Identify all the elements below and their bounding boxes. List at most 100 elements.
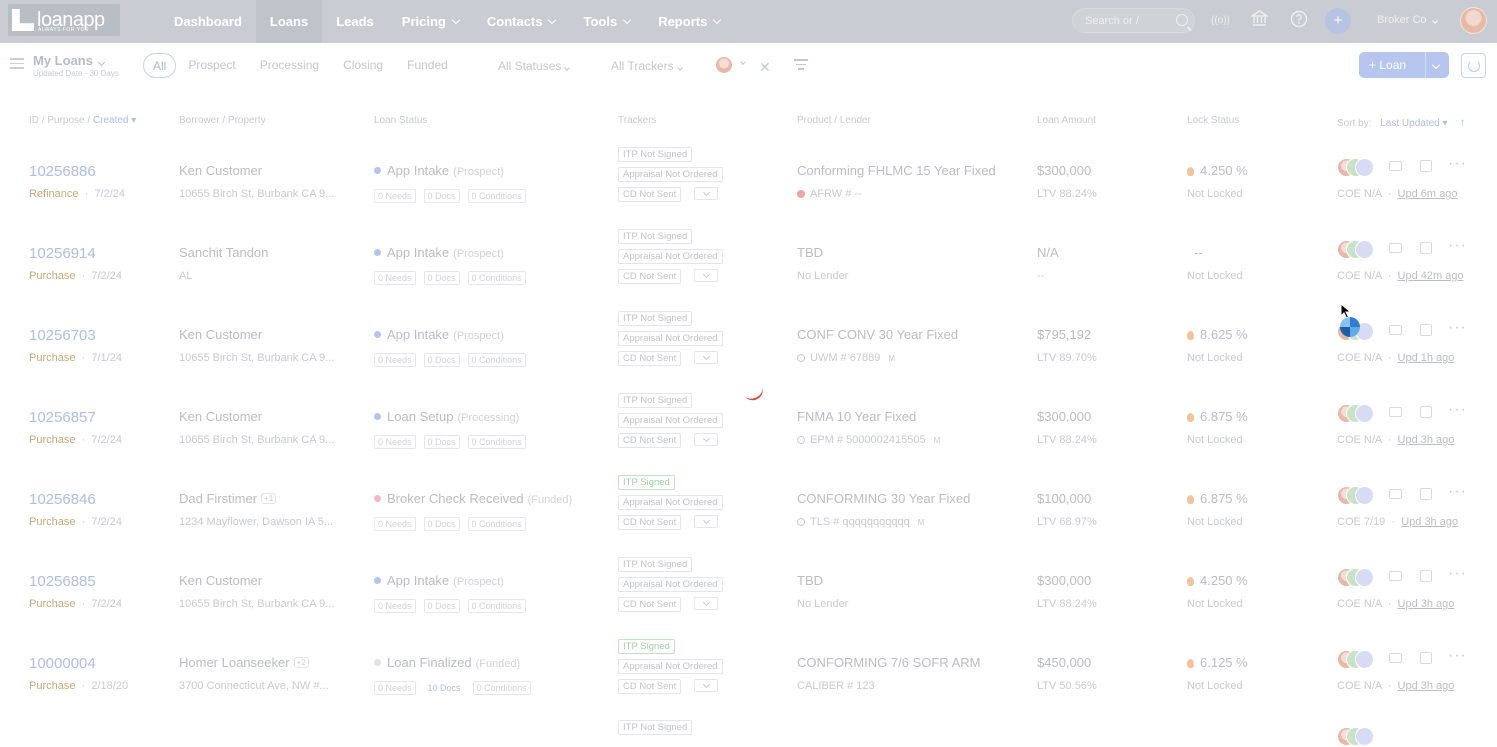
borrower-name[interactable]: Ken Customer [179,163,262,178]
conditions-count[interactable]: 0 Conditions [467,599,526,613]
loan-status[interactable]: Loan Setup (Processing) [374,409,519,424]
bank-icon[interactable] [1249,10,1270,30]
tracker-appraisal[interactable]: Appraisal Not Ordered [618,577,723,592]
search-icon[interactable] [1176,14,1188,26]
team-avatars[interactable] [1337,240,1377,260]
needs-count[interactable]: 0 Needs [374,599,416,613]
conditions-count[interactable]: 0 Conditions [467,271,526,285]
broadcast-icon[interactable]: ((o)) [1211,15,1230,26]
needs-count[interactable]: 0 Needs [374,353,416,367]
docs-count[interactable]: 0 Docs [423,517,460,531]
interest-rate[interactable]: 6.875 % [1187,491,1248,506]
team-avatars[interactable] [1337,486,1377,506]
tracker-expand-chevron-icon[interactable] [694,269,718,282]
refresh-icon[interactable] [1461,53,1486,78]
team-avatars[interactable] [1337,568,1377,588]
docs-count[interactable]: 0 Docs [423,271,460,285]
tab-closing[interactable]: Closing [331,53,395,78]
interest-rate[interactable]: -- [1187,245,1203,260]
needs-count[interactable]: 0 Needs [374,189,416,203]
tracker-itp[interactable]: ITP Not Signed [618,229,693,244]
loan-status[interactable]: App Intake (Prospect) [374,163,504,178]
conditions-count[interactable]: 0 Conditions [467,435,526,449]
tracker-expand-chevron-icon[interactable] [694,597,718,610]
loan-id-link[interactable]: 10256886 [29,163,96,180]
interest-rate[interactable]: 6.125 % [1187,655,1248,670]
tracker-appraisal[interactable]: Appraisal Not Ordered [618,331,723,346]
calendar-icon[interactable] [1420,406,1432,418]
loan-status[interactable]: App Intake (Prospect) [374,573,504,588]
help-icon[interactable] [1290,10,1308,31]
loan-row[interactable]: 10256846 Purchase · 7/2/24 Dad Firstimer… [0,475,1497,561]
last-updated-link[interactable]: Upd 1h ago [1398,352,1455,364]
more-options-icon[interactable]: ··· [1448,401,1467,419]
needs-count[interactable]: 0 Needs [374,681,416,695]
conditions-count[interactable]: 0 Conditions [467,353,526,367]
interest-rate[interactable]: 6.875 % [1187,409,1248,424]
loan-row[interactable]: 10256914 Purchase · 7/2/24 Sanchit Tando… [0,229,1497,315]
interest-rate[interactable]: 8.625 % [1187,327,1248,342]
borrower-name[interactable]: Ken Customer [179,409,262,424]
new-loan-button[interactable]: + Loan [1359,52,1449,78]
loan-product[interactable]: CONFORMING 30 Year Fixed [797,491,970,506]
tracker-itp[interactable]: ITP Signed [618,475,675,490]
docs-count[interactable]: 0 Docs [423,599,460,613]
more-options-icon[interactable]: ··· [1448,319,1467,337]
conditions-count[interactable]: 0 Conditions [472,681,531,695]
calendar-icon[interactable] [1420,488,1432,500]
chat-icon[interactable] [1389,161,1402,171]
more-options-icon[interactable]: ··· [1448,647,1467,665]
nav-item-tools[interactable]: Tools [569,0,644,43]
loan-row[interactable]: 10256885 Purchase · 7/2/24 Ken Customer … [0,557,1497,643]
conditions-count[interactable]: 0 Conditions [467,517,526,531]
tracker-itp[interactable]: ITP Not Signed [618,720,693,735]
team-avatars[interactable] [1337,727,1377,747]
calendar-icon[interactable] [1420,324,1432,336]
last-updated-link[interactable]: Upd 3h ago [1398,598,1455,610]
more-options-icon[interactable]: ··· [1448,483,1467,501]
loan-row[interactable]: 10000004 Purchase · 2/18/20 Homer Loanse… [0,639,1497,725]
borrower-name[interactable]: Sanchit Tandon [179,245,268,260]
chat-icon[interactable] [1389,571,1402,581]
borrower-name[interactable]: Homer Loanseeker +2 [179,655,309,670]
tracker-expand-chevron-icon[interactable] [694,679,718,692]
column-header-id-purpose[interactable]: ID / Purpose / Created ▾ [29,115,136,126]
tracker-expand-chevron-icon[interactable] [694,351,718,364]
calendar-icon[interactable] [1420,652,1432,664]
borrower-name[interactable]: Ken Customer [179,573,262,588]
tracker-appraisal[interactable]: Appraisal Not Ordered [618,167,723,182]
loan-id-link[interactable]: 10256857 [29,409,96,426]
docs-count[interactable]: 0 Docs [423,189,460,203]
team-avatars[interactable] [1337,650,1377,670]
borrower-name[interactable]: Ken Customer [179,327,262,342]
calendar-icon[interactable] [1420,242,1432,254]
interest-rate[interactable]: 4.250 % [1187,163,1248,178]
tracker-itp[interactable]: ITP Signed [618,639,675,654]
tab-all[interactable]: All [143,53,177,78]
loan-product[interactable]: TBD [797,245,823,260]
needs-count[interactable]: 0 Needs [374,435,416,449]
team-avatars[interactable] [1337,158,1377,178]
nav-item-loans[interactable]: Loans [255,0,323,43]
filter-icon[interactable] [794,59,808,73]
created-sort[interactable]: Created [93,115,129,126]
last-updated-link[interactable]: Upd 3h ago [1398,680,1455,692]
last-updated-link[interactable]: Upd 42m ago [1398,270,1464,282]
chat-icon[interactable] [1389,243,1402,253]
nav-item-dashboard[interactable]: Dashboard [160,0,256,43]
quick-add-button[interactable]: + [1325,8,1351,34]
loan-product[interactable]: Conforming FHLMC 15 Year Fixed [797,163,996,178]
tab-prospect[interactable]: Prospect [176,53,247,78]
tracker-expand-chevron-icon[interactable] [694,515,718,528]
tab-processing[interactable]: Processing [248,53,331,78]
loan-product[interactable]: TBD [797,573,823,588]
tracker-cd[interactable]: CD Not Sent [618,433,682,448]
chat-icon[interactable] [1389,407,1402,417]
calendar-icon[interactable] [1420,160,1432,172]
last-updated-link[interactable]: Upd 3h ago [1398,434,1455,446]
sort-by-control[interactable]: Sort by: Last Updated ▾ ↑ [1337,115,1466,129]
tracker-filter-dropdown[interactable]: All Trackers [611,59,683,73]
more-options-icon[interactable]: ··· [1448,565,1467,583]
loan-product[interactable]: FNMA 10 Year Fixed [797,409,916,424]
sort-value[interactable]: Last Updated [1380,118,1440,129]
